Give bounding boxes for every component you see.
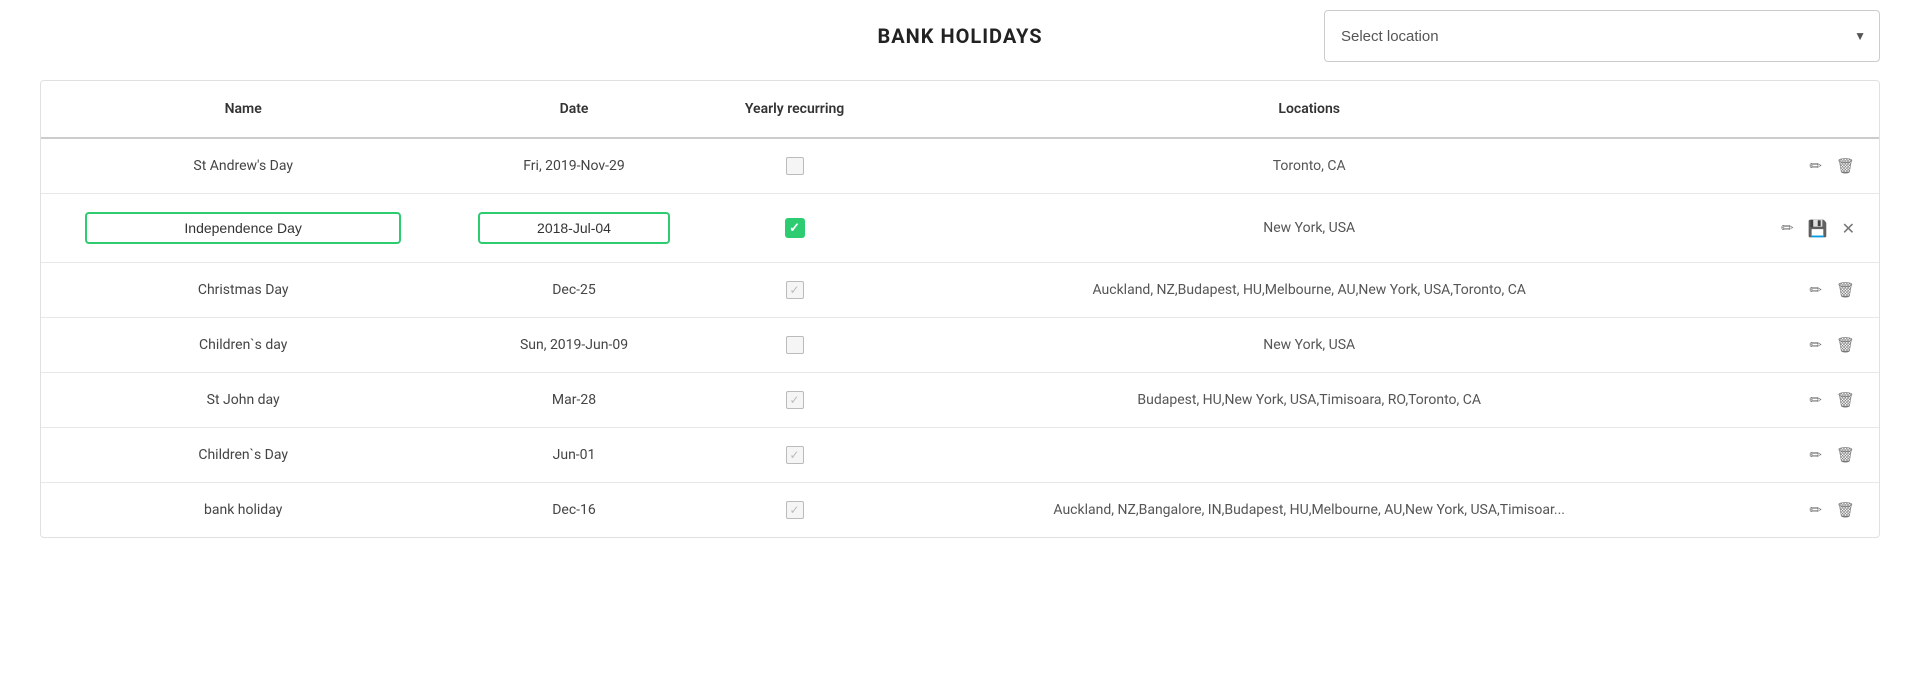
table-row: Children`s DayJun-01✏🗑 — [41, 428, 1879, 483]
close-icon[interactable]: ✕ — [1842, 219, 1855, 238]
cell-actions: ✏🗑 — [1732, 428, 1879, 483]
col-header-date: Date — [445, 81, 702, 138]
delete-icon[interactable]: 🗑 — [1836, 446, 1855, 464]
cell-yearly — [703, 373, 887, 428]
cell-yearly — [703, 194, 887, 263]
cell-locations: New York, USA — [886, 194, 1731, 263]
cell-date — [445, 194, 702, 263]
cell-locations: New York, USA — [886, 318, 1731, 373]
cell-yearly — [703, 318, 887, 373]
cell-actions: ✏🗑 — [1732, 263, 1879, 318]
delete-icon[interactable]: 🗑 — [1836, 336, 1855, 354]
table-row: New York, USA ✏ 💾 ✕ — [41, 194, 1879, 263]
action-icons: ✏🗑 — [1748, 501, 1855, 519]
cell-actions: ✏🗑 — [1732, 373, 1879, 428]
action-icons: ✏🗑 — [1748, 446, 1855, 464]
cell-locations: Auckland, NZ,Bangalore, IN,Budapest, HU,… — [886, 483, 1731, 538]
edit-icon[interactable]: ✏ — [1809, 336, 1822, 354]
checkbox-checked-green[interactable] — [785, 218, 805, 238]
checkbox-cell[interactable] — [719, 446, 871, 464]
checkbox-checked-gray[interactable] — [786, 501, 804, 519]
delete-icon[interactable]: 🗑 — [1836, 501, 1855, 519]
table-row: St Andrew's DayFri, 2019-Nov-29 Toronto, … — [41, 138, 1879, 194]
cell-name: bank holiday — [41, 483, 445, 538]
cell-name — [41, 194, 445, 263]
cell-name: Children`s Day — [41, 428, 445, 483]
page-title: BANK HOLIDAYS — [877, 24, 1042, 48]
date-edit-input[interactable] — [478, 212, 670, 244]
cell-locations: Budapest, HU,New York, USA,Timisoara, RO… — [886, 373, 1731, 428]
table-body: St Andrew's DayFri, 2019-Nov-29 Toronto, … — [41, 138, 1879, 537]
checkbox-checked-gray[interactable] — [786, 446, 804, 464]
col-header-name: Name — [41, 81, 445, 138]
delete-icon[interactable]: 🗑 — [1836, 391, 1855, 409]
action-icons: ✏🗑 — [1748, 391, 1855, 409]
name-edit-input[interactable] — [85, 212, 402, 244]
cell-date: Sun, 2019-Jun-09 — [445, 318, 702, 373]
cell-date: Dec-16 — [445, 483, 702, 538]
checkbox-checked-gray[interactable] — [786, 281, 804, 299]
checkbox-cell[interactable] — [719, 501, 871, 519]
table-row: Christmas DayDec-25 Auckland, NZ,Budapest… — [41, 263, 1879, 318]
edit-icon[interactable]: ✏ — [1809, 391, 1822, 409]
location-select-wrapper: Select location ▼ — [1324, 10, 1880, 62]
delete-icon[interactable]: 🗑 — [1836, 157, 1855, 175]
location-select[interactable]: Select location — [1324, 10, 1880, 62]
cell-actions: ✏🗑 — [1732, 483, 1879, 538]
table-row: Children`s daySun, 2019-Jun-09 New York, … — [41, 318, 1879, 373]
checkbox-cell[interactable] — [719, 281, 871, 299]
checkbox-unchecked[interactable] — [786, 336, 804, 354]
cell-yearly — [703, 138, 887, 194]
checkbox-cell[interactable] — [719, 391, 871, 409]
checkbox-cell[interactable] — [719, 336, 871, 354]
cell-actions: ✏🗑 — [1732, 318, 1879, 373]
cell-yearly — [703, 263, 887, 318]
checkbox-cell[interactable] — [719, 218, 871, 238]
cell-actions: ✏🗑 — [1732, 138, 1879, 194]
edit-icon[interactable]: ✏ — [1809, 501, 1822, 519]
cell-name: St John day — [41, 373, 445, 428]
table-header: Name Date Yearly recurring Locations — [41, 81, 1879, 138]
page-container: BANK HOLIDAYS Select location ▼ Name Dat… — [0, 0, 1920, 700]
table-container: Name Date Yearly recurring Locations St … — [40, 80, 1880, 538]
table-row: bank holidayDec-16 Auckland, NZ,Bangalore… — [41, 483, 1879, 538]
table-row: St John dayMar-28 Budapest, HU,New York, … — [41, 373, 1879, 428]
edit-icon[interactable]: ✏ — [1809, 446, 1822, 464]
header-row: BANK HOLIDAYS Select location ▼ — [40, 24, 1880, 48]
action-icons: ✏🗑 — [1748, 336, 1855, 354]
cell-locations: Toronto, CA — [886, 138, 1731, 194]
cell-name: Christmas Day — [41, 263, 445, 318]
checkbox-cell[interactable] — [719, 157, 871, 175]
col-header-locations: Locations — [886, 81, 1731, 138]
bank-holidays-table: Name Date Yearly recurring Locations St … — [41, 81, 1879, 537]
cell-date: Dec-25 — [445, 263, 702, 318]
cell-date: Mar-28 — [445, 373, 702, 428]
cell-locations — [886, 428, 1731, 483]
action-icons: ✏🗑 — [1748, 157, 1855, 175]
save-icon[interactable]: 💾 — [1808, 219, 1828, 238]
col-header-actions — [1732, 81, 1879, 138]
action-icons: ✏ 💾 ✕ — [1748, 219, 1855, 238]
cell-date: Fri, 2019-Nov-29 — [445, 138, 702, 194]
cell-yearly — [703, 483, 887, 538]
edit-icon[interactable]: ✏ — [1809, 281, 1822, 299]
checkbox-unchecked[interactable] — [786, 157, 804, 175]
cell-yearly — [703, 428, 887, 483]
edit-icon[interactable]: ✏ — [1809, 157, 1822, 175]
action-icons: ✏🗑 — [1748, 281, 1855, 299]
edit-icon[interactable]: ✏ — [1781, 219, 1794, 237]
cell-locations: Auckland, NZ,Budapest, HU,Melbourne, AU,… — [886, 263, 1731, 318]
select-container[interactable]: Select location ▼ — [1324, 10, 1880, 62]
header-row: Name Date Yearly recurring Locations — [41, 81, 1879, 138]
cell-name: Children`s day — [41, 318, 445, 373]
checkbox-checked-gray[interactable] — [786, 391, 804, 409]
cell-date: Jun-01 — [445, 428, 702, 483]
col-header-yearly: Yearly recurring — [703, 81, 887, 138]
delete-icon[interactable]: 🗑 — [1836, 281, 1855, 299]
cell-actions: ✏ 💾 ✕ — [1732, 194, 1879, 263]
cell-name: St Andrew's Day — [41, 138, 445, 194]
